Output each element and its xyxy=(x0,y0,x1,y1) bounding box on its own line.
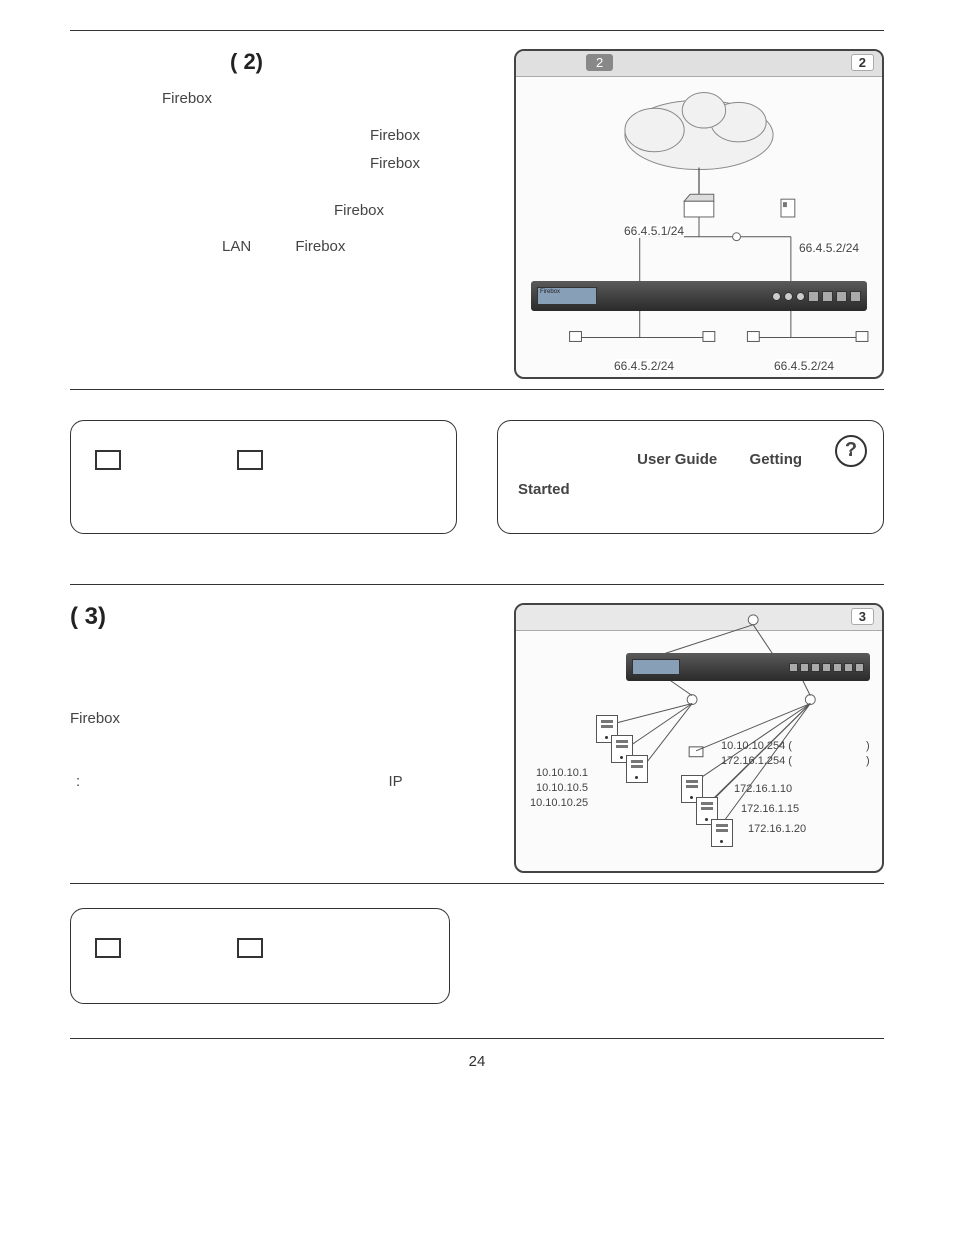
diagram-2-header: 2 2 xyxy=(516,51,882,77)
ip-label-right: 66.4.5.2/24 xyxy=(799,241,859,255)
section-2: ( 2) Firebox Firebox Firebox Firebox LAN… xyxy=(70,49,884,379)
section-2-body: Firebox xyxy=(70,85,484,114)
ip-label-bottom-left: 66.4.5.2/24 xyxy=(614,359,674,373)
ip-label: 10.10.10.25 xyxy=(530,797,588,809)
diagram-2-badge-small: 2 xyxy=(586,54,613,71)
started-text: Started xyxy=(518,481,570,498)
ip-label: 10.10.10.5 xyxy=(536,782,588,794)
colon-text: : xyxy=(76,773,80,790)
firebox-device-icon: Firebox xyxy=(531,281,867,311)
ip-label: 172.16.1.254 () xyxy=(721,755,870,767)
ip-label: 172.16.1.15 xyxy=(741,803,799,815)
checkbox-icon[interactable] xyxy=(95,450,121,470)
ip-label-bottom-right: 66.4.5.2/24 xyxy=(774,359,834,373)
help-icon: ? xyxy=(835,435,867,467)
section-3-text: ( 3) Firebox : IP xyxy=(70,603,484,804)
ip-text: IP xyxy=(389,773,403,790)
diagram-2-svg xyxy=(516,51,882,377)
card-checkboxes-1 xyxy=(70,420,457,534)
section-2-heading: ( 2) xyxy=(70,49,484,75)
card-row-2 xyxy=(70,908,884,1004)
getting-text: Getting xyxy=(750,451,803,468)
firebox-device-icon xyxy=(626,653,870,681)
card-checkboxes-2 xyxy=(70,908,450,1004)
diagram-3: 3 xyxy=(514,603,884,873)
ip-label: 172.16.1.10 xyxy=(734,783,792,795)
card-row-1: ? User Guide Getting Started xyxy=(70,420,884,534)
user-guide-text: User Guide xyxy=(637,451,717,468)
section-3-heading: ( 3) xyxy=(70,603,484,631)
ip-label-left: 66.4.5.1/24 xyxy=(624,224,684,238)
checkbox-icon[interactable] xyxy=(95,938,121,958)
diagram-2-badge-right: 2 xyxy=(851,54,874,71)
ip-label: 172.16.1.20 xyxy=(748,823,806,835)
diagram-3-badge: 3 xyxy=(851,608,874,625)
server-icon xyxy=(626,755,648,783)
checkbox-icon[interactable] xyxy=(237,450,263,470)
ip-label: 10.10.10.1 xyxy=(536,767,588,779)
diagram-2: 2 2 xyxy=(514,49,884,379)
section-3-firebox: Firebox xyxy=(70,705,484,734)
server-icon xyxy=(711,819,733,847)
card-help-info: ? User Guide Getting Started xyxy=(497,420,884,534)
diagram-3-header: 3 xyxy=(516,605,882,631)
page-number: 24 xyxy=(70,1038,884,1070)
diagram-3-svg xyxy=(516,605,882,871)
section-3: ( 3) Firebox : IP 3 xyxy=(70,603,884,873)
ip-label: 10.10.10.254 () xyxy=(721,740,870,752)
checkbox-icon[interactable] xyxy=(237,938,263,958)
section-2-text: ( 2) Firebox Firebox Firebox Firebox LAN… xyxy=(70,49,484,270)
